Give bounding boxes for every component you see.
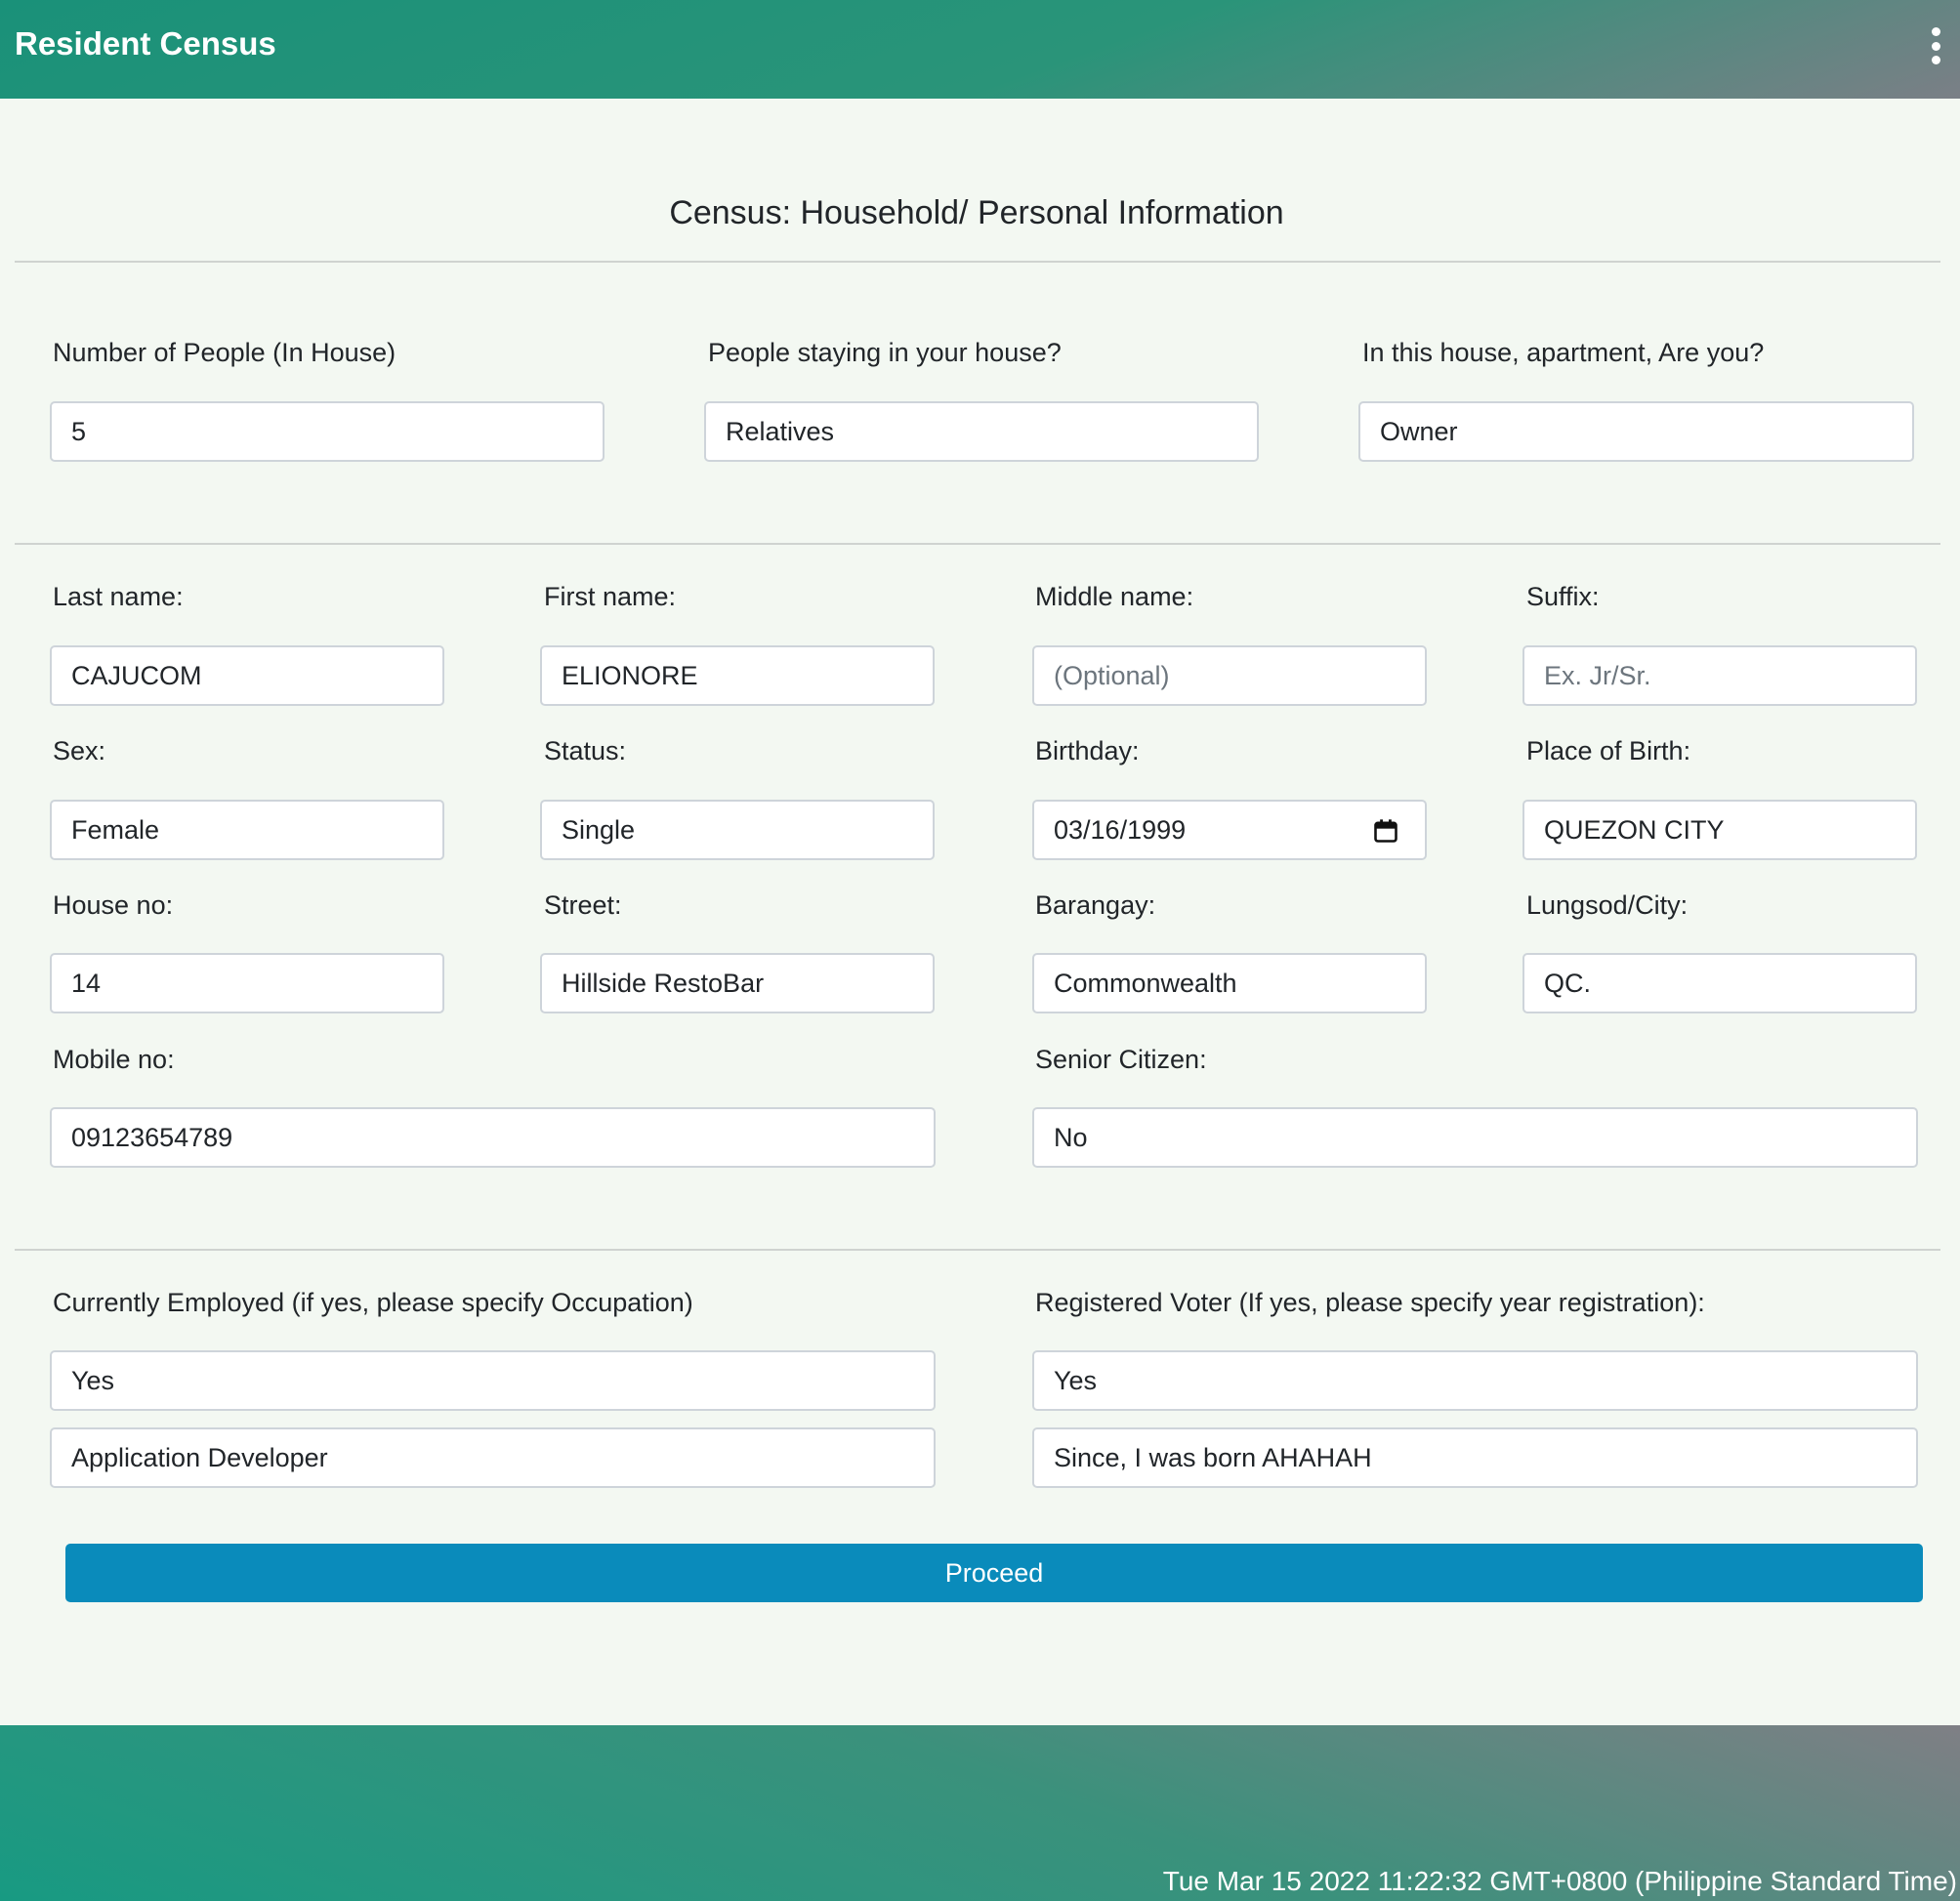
- place-of-birth-input[interactable]: QUEZON CITY: [1522, 800, 1917, 860]
- people-count-input[interactable]: 5: [50, 401, 605, 462]
- house-no-label: House no:: [53, 890, 174, 920]
- voter-year-input[interactable]: Since, I was born AHAHAH: [1032, 1427, 1918, 1488]
- birthday-label: Birthday:: [1035, 736, 1140, 765]
- divider: [15, 261, 1940, 263]
- mobile-input[interactable]: 09123654789: [50, 1107, 936, 1168]
- occupation-input[interactable]: Application Developer: [50, 1427, 936, 1488]
- employment-label: Currently Employed (if yes, please speci…: [53, 1288, 693, 1317]
- app-header: Resident Census: [0, 0, 1960, 99]
- app-footer: Tue Mar 15 2022 11:22:32 GMT+0800 (Phili…: [0, 1725, 1960, 1901]
- middle-name-label: Middle name:: [1035, 582, 1194, 611]
- first-name-input[interactable]: ELIONORE: [540, 645, 935, 706]
- first-name-label: First name:: [544, 582, 677, 611]
- people-count-label: Number of People (In House): [53, 338, 396, 367]
- form-title: Census: Household/ Personal Information: [669, 194, 1284, 231]
- kebab-menu-icon[interactable]: [1930, 27, 1941, 64]
- house-role-label: In this house, apartment, Are you?: [1362, 338, 1765, 367]
- kebab-dot: [1931, 27, 1940, 36]
- people-staying-label: People staying in your house?: [708, 338, 1062, 367]
- voter-label: Registered Voter (If yes, please specify…: [1035, 1288, 1705, 1317]
- sex-label: Sex:: [53, 736, 106, 765]
- status-label: Status:: [544, 736, 627, 765]
- place-of-birth-label: Place of Birth:: [1526, 736, 1691, 765]
- suffix-input[interactable]: Ex. Jr/Sr.: [1522, 645, 1917, 706]
- calendar-icon[interactable]: [1372, 817, 1399, 845]
- sex-select[interactable]: Female: [50, 800, 444, 860]
- divider: [15, 543, 1940, 545]
- proceed-button[interactable]: Proceed: [65, 1544, 1923, 1602]
- census-form: Census: Household/ Personal Information …: [0, 99, 1960, 1725]
- voter-select[interactable]: Yes: [1032, 1350, 1918, 1411]
- divider: [15, 1249, 1940, 1251]
- city-label: Lungsod/City:: [1526, 890, 1689, 920]
- city-input[interactable]: QC.: [1522, 953, 1917, 1013]
- middle-name-input[interactable]: (Optional): [1032, 645, 1427, 706]
- kebab-dot: [1931, 41, 1940, 51]
- barangay-label: Barangay:: [1035, 890, 1156, 920]
- birthday-value: 03/16/1999: [1054, 814, 1187, 845]
- barangay-input[interactable]: Commonwealth: [1032, 953, 1427, 1013]
- street-input[interactable]: Hillside RestoBar: [540, 953, 935, 1013]
- senior-label: Senior Citizen:: [1035, 1045, 1207, 1074]
- mobile-label: Mobile no:: [53, 1045, 175, 1074]
- house-no-input[interactable]: 14: [50, 953, 444, 1013]
- employment-select[interactable]: Yes: [50, 1350, 936, 1411]
- status-select[interactable]: Single: [540, 800, 935, 860]
- birthday-date-input[interactable]: 03/16/1999: [1032, 800, 1427, 860]
- house-role-select[interactable]: Owner: [1358, 401, 1914, 462]
- kebab-dot: [1931, 56, 1940, 64]
- last-name-label: Last name:: [53, 582, 184, 611]
- people-staying-select[interactable]: Relatives: [704, 401, 1259, 462]
- suffix-label: Suffix:: [1526, 582, 1600, 611]
- app-title: Resident Census: [15, 25, 276, 62]
- senior-select[interactable]: No: [1032, 1107, 1918, 1168]
- street-label: Street:: [544, 890, 622, 920]
- last-name-input[interactable]: CAJUCOM: [50, 645, 444, 706]
- footer-timestamp: Tue Mar 15 2022 11:22:32 GMT+0800 (Phili…: [1162, 1866, 1957, 1896]
